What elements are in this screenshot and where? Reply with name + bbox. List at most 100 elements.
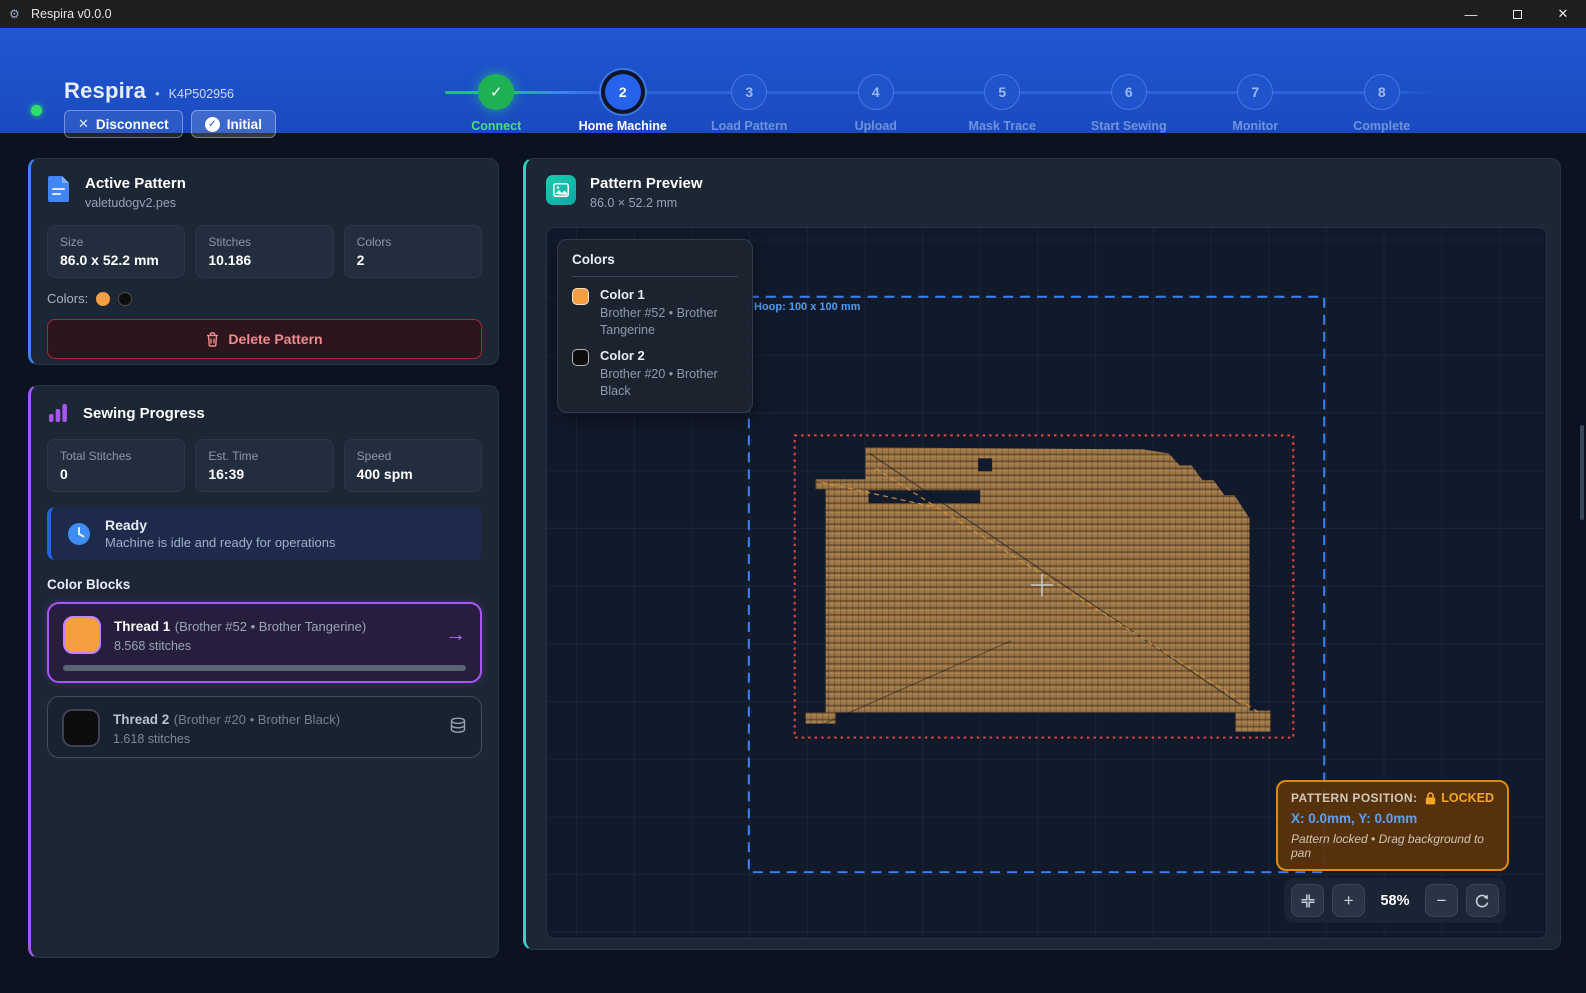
legend-name: Color 2 bbox=[600, 348, 738, 363]
colors-label: Colors: bbox=[47, 291, 88, 306]
legend-swatch-1 bbox=[572, 288, 589, 305]
thread-name: Thread 2 bbox=[113, 712, 169, 727]
stat-label: Stitches bbox=[208, 235, 320, 249]
window-scrollbar[interactable] bbox=[1580, 425, 1584, 520]
document-icon bbox=[47, 175, 71, 203]
position-hint: Pattern locked • Drag background to pan bbox=[1291, 832, 1494, 860]
step-label: Connect bbox=[471, 119, 521, 133]
zoom-controls: + 58% − bbox=[1284, 878, 1506, 923]
minimize-icon: — bbox=[1465, 7, 1478, 22]
step-label: Mask Trace bbox=[969, 119, 1036, 133]
stat-label: Total Stitches bbox=[60, 449, 172, 463]
step-label: Home Machine bbox=[579, 119, 667, 133]
stat-value: 16:39 bbox=[208, 466, 320, 482]
clock-icon bbox=[65, 520, 93, 548]
stat-est-time: Est. Time 16:39 bbox=[195, 439, 333, 492]
legend-swatch-2 bbox=[572, 349, 589, 366]
step-label: Complete bbox=[1353, 119, 1410, 133]
close-icon: ✕ bbox=[1558, 6, 1569, 22]
step-label: Load Pattern bbox=[711, 119, 787, 133]
step-connect[interactable]: ✓ Connect bbox=[433, 74, 560, 146]
delete-pattern-label: Delete Pattern bbox=[228, 331, 322, 347]
minus-icon: − bbox=[1436, 891, 1446, 911]
stat-label: Speed bbox=[357, 449, 469, 463]
zoom-in-button[interactable]: + bbox=[1332, 884, 1365, 917]
preview-title: Pattern Preview bbox=[590, 175, 703, 192]
close-button[interactable]: ✕ bbox=[1540, 0, 1586, 28]
window-title: Respira v0.0.0 bbox=[31, 7, 112, 21]
arrow-right-icon: → bbox=[445, 623, 466, 647]
preview-canvas[interactable]: Hoop: 100 x 100 mm Colors Color 1 Brothe… bbox=[546, 227, 1547, 939]
colors-legend-panel: Colors Color 1 Brother #52 • Brother Tan… bbox=[557, 239, 753, 413]
thread-1-progress-bar bbox=[63, 665, 466, 671]
sewing-progress-title: Sewing Progress bbox=[83, 405, 205, 422]
preview-dimensions: 86.0 × 52.2 mm bbox=[590, 196, 703, 210]
fit-view-button[interactable] bbox=[1291, 884, 1324, 917]
step-start-sewing[interactable]: 6 Start Sewing bbox=[1066, 74, 1193, 146]
color-blocks-heading: Color Blocks bbox=[47, 577, 482, 592]
stat-value: 86.0 x 52.2 mm bbox=[60, 252, 172, 268]
machine-id: K4P502956 bbox=[169, 87, 234, 101]
thread-detail: (Brother #20 • Brother Black) bbox=[174, 712, 340, 727]
step-number: 5 bbox=[998, 84, 1006, 100]
status-description: Machine is idle and ready for operations bbox=[105, 535, 336, 550]
step-number: 2 bbox=[619, 84, 627, 100]
legend-color-1: Color 1 Brother #52 • Brother Tangerine bbox=[572, 287, 738, 339]
stat-value: 10.186 bbox=[208, 252, 320, 268]
maximize-button[interactable] bbox=[1494, 0, 1540, 28]
zoom-out-button[interactable]: − bbox=[1425, 884, 1458, 917]
stat-label: Est. Time bbox=[208, 449, 320, 463]
active-pattern-title: Active Pattern bbox=[85, 175, 186, 192]
stat-value: 2 bbox=[357, 252, 469, 268]
sewing-progress-card: Sewing Progress Total Stitches 0 Est. Ti… bbox=[28, 385, 499, 958]
step-home-machine[interactable]: 2 Home Machine bbox=[560, 74, 687, 146]
initial-label: Initial bbox=[227, 117, 262, 132]
reset-view-button[interactable] bbox=[1466, 884, 1499, 917]
step-number: 8 bbox=[1378, 84, 1386, 100]
disconnect-icon: ✕ bbox=[78, 116, 89, 132]
stat-value: 0 bbox=[60, 466, 172, 482]
thread-2-card[interactable]: Thread 2 (Brother #20 • Brother Black) 1… bbox=[47, 696, 482, 758]
color-swatch-black bbox=[118, 292, 132, 306]
thread-detail: (Brother #52 • Brother Tangerine) bbox=[175, 619, 366, 634]
disconnect-button[interactable]: ✕ Disconnect bbox=[64, 110, 183, 138]
step-monitor[interactable]: 7 Monitor bbox=[1192, 74, 1319, 146]
step-number: 6 bbox=[1125, 84, 1133, 100]
step-label: Upload bbox=[855, 119, 897, 133]
step-complete[interactable]: 8 Complete bbox=[1319, 74, 1446, 146]
refresh-icon bbox=[1474, 893, 1490, 909]
step-number: 3 bbox=[745, 84, 753, 100]
lock-icon bbox=[1425, 792, 1436, 805]
app-icon: ⚙ bbox=[9, 7, 23, 21]
initial-button[interactable]: ✓ Initial bbox=[191, 110, 276, 138]
separator: • bbox=[155, 86, 160, 101]
thread-2-swatch bbox=[62, 709, 100, 747]
step-number: 4 bbox=[872, 84, 880, 100]
maximize-icon bbox=[1513, 10, 1522, 19]
legend-name: Color 1 bbox=[600, 287, 738, 302]
app-name: Respira bbox=[64, 78, 146, 104]
step-load-pattern[interactable]: 3 Load Pattern bbox=[686, 74, 813, 146]
thread-1-card[interactable]: Thread 1 (Brother #52 • Brother Tangerin… bbox=[47, 602, 482, 683]
bar-chart-icon bbox=[47, 402, 69, 424]
stat-size: Size 86.0 x 52.2 mm bbox=[47, 225, 185, 278]
step-label: Monitor bbox=[1232, 119, 1278, 133]
stat-value: 400 spm bbox=[357, 466, 469, 482]
delete-pattern-button[interactable]: Delete Pattern bbox=[47, 319, 482, 359]
active-pattern-card: Active Pattern valetudogv2.pes Size 86.0… bbox=[28, 158, 499, 365]
stat-stitches: Stitches 10.186 bbox=[195, 225, 333, 278]
step-number: 7 bbox=[1251, 84, 1259, 100]
legend-detail: Brother #20 • Brother Black bbox=[600, 366, 738, 400]
minimize-button[interactable]: — bbox=[1448, 0, 1494, 28]
step-upload[interactable]: 4 Upload bbox=[813, 74, 940, 146]
connection-status-dot bbox=[31, 105, 42, 116]
stat-colors: Colors 2 bbox=[344, 225, 482, 278]
pattern-preview-panel: Pattern Preview 86.0 × 52.2 mm bbox=[523, 158, 1561, 950]
position-label: PATTERN POSITION: bbox=[1291, 791, 1417, 805]
status-title: Ready bbox=[105, 517, 336, 533]
step-mask-trace[interactable]: 5 Mask Trace bbox=[939, 74, 1066, 146]
colors-legend-title: Colors bbox=[572, 252, 738, 267]
app-header: Respira • K4P502956 ✕ Disconnect ✓ Initi… bbox=[0, 28, 1586, 133]
legend-detail: Brother #52 • Brother Tangerine bbox=[600, 305, 738, 339]
thread-name: Thread 1 bbox=[114, 619, 170, 634]
